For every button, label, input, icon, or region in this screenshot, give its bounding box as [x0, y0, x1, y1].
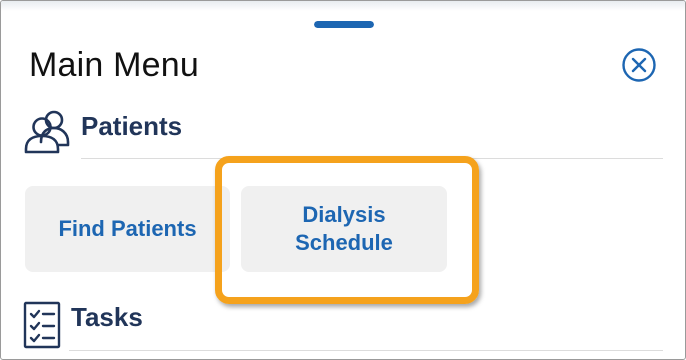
section-heading-patients: Patients [81, 111, 183, 141]
page-title: Main Menu [29, 46, 199, 84]
close-icon[interactable] [621, 47, 657, 83]
dialysis-schedule-label-line1: Dialysis [302, 202, 386, 227]
sheet-top-edge [1, 1, 685, 11]
section-divider [81, 158, 663, 159]
people-icon [24, 110, 70, 154]
dialysis-schedule-label: Dialysis Schedule [295, 201, 393, 257]
dialysis-schedule-label-line2: Schedule [295, 230, 393, 255]
find-patients-button[interactable]: Find Patients [25, 186, 230, 272]
dialysis-schedule-button[interactable]: Dialysis Schedule [241, 186, 447, 272]
checklist-icon [23, 301, 61, 349]
section-heading-tasks: Tasks [71, 302, 143, 332]
main-menu-sheet: Main Menu Patients Find Patients Dialysi… [0, 0, 686, 360]
section-divider [69, 350, 663, 351]
find-patients-label: Find Patients [58, 216, 197, 241]
drag-handle-icon[interactable] [314, 21, 374, 28]
